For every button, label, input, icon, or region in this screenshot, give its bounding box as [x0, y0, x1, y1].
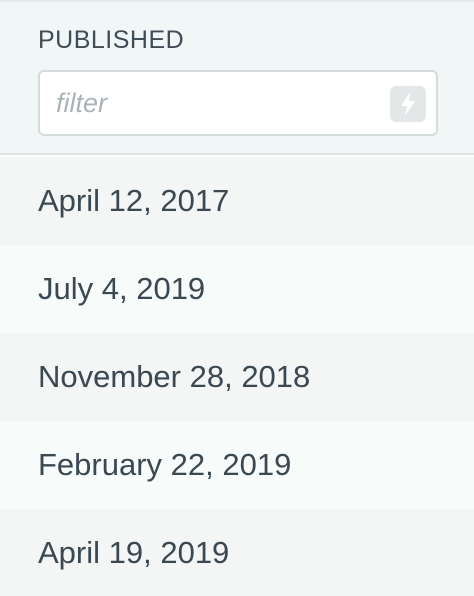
list-item[interactable]: April 12, 2017 [0, 157, 474, 245]
filter-box [38, 70, 438, 136]
date-list: April 12, 2017 July 4, 2019 November 28,… [0, 157, 474, 596]
list-item[interactable]: April 19, 2019 [0, 509, 474, 596]
bolt-button[interactable] [390, 86, 426, 122]
list-item[interactable]: November 28, 2018 [0, 333, 474, 421]
list-item[interactable]: July 4, 2019 [0, 245, 474, 333]
list-item[interactable]: February 22, 2019 [0, 421, 474, 509]
bolt-icon [401, 92, 415, 116]
column-title: PUBLISHED [38, 26, 185, 54]
column-header: PUBLISHED [0, 0, 474, 155]
filter-input[interactable] [56, 72, 376, 134]
published-column: PUBLISHED April 12, 2017 July 4, 2019 No… [0, 0, 474, 596]
